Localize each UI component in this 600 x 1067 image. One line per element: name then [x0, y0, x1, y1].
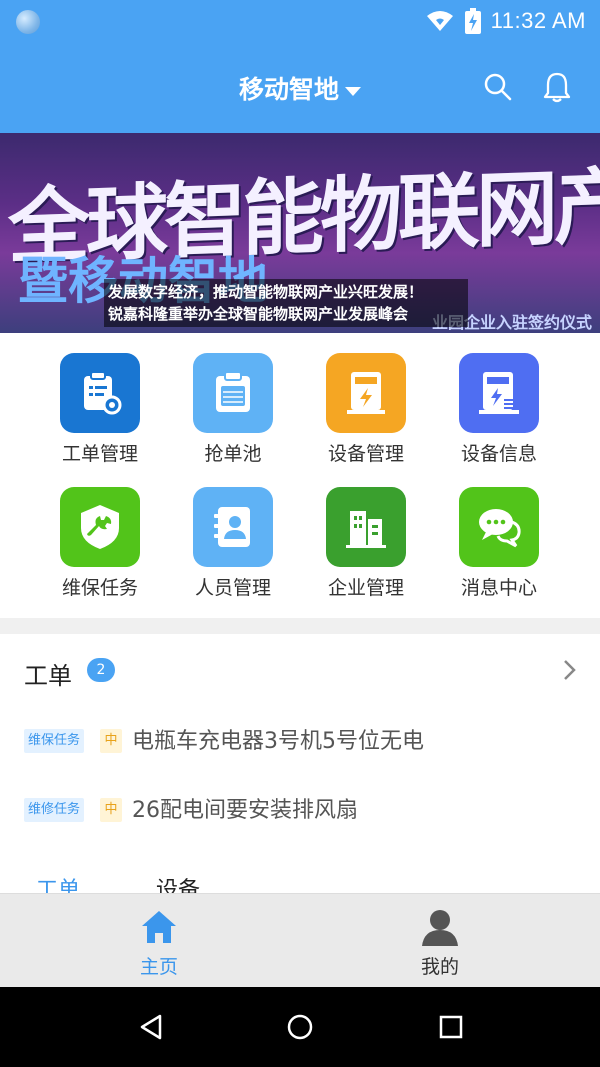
- grid-item-personnel[interactable]: 人员管理: [167, 467, 299, 599]
- grid-label: 设备管理: [327, 443, 404, 465]
- grid-label: 设备信息: [460, 443, 537, 465]
- workorder-section-header[interactable]: 工单 2: [0, 634, 600, 708]
- grid-label: 人员管理: [194, 577, 271, 599]
- building-icon: [326, 487, 406, 567]
- nav-mine[interactable]: 我的: [380, 908, 500, 979]
- bottom-nav: 主页 我的: [0, 893, 600, 987]
- nav-home[interactable]: 主页: [99, 908, 219, 979]
- grid-label: 消息中心: [460, 577, 537, 599]
- nav-home-label: 主页: [139, 956, 178, 978]
- search-button[interactable]: [480, 69, 516, 105]
- wifi-icon: [426, 11, 453, 31]
- grid-item-enterprise[interactable]: 企业管理: [300, 467, 432, 599]
- app-notification-icon: [16, 10, 40, 34]
- nav-mine-label: 我的: [420, 956, 459, 978]
- system-nav-bar: [0, 987, 600, 1067]
- workorder-title: 工单: [24, 662, 72, 690]
- grid-label: 维保任务: [61, 577, 138, 599]
- home-button-icon[interactable]: [285, 1012, 315, 1042]
- tab-device[interactable]: 设备: [156, 872, 200, 894]
- grid-label: 企业管理: [327, 577, 404, 599]
- chevron-down-icon: [345, 86, 361, 96]
- recents-icon[interactable]: [436, 1012, 466, 1042]
- task-type-badge: 维修任务: [24, 798, 85, 822]
- wrench-shield-icon: [60, 487, 140, 567]
- tab-workorder[interactable]: 工单: [36, 872, 80, 894]
- page-title: 移动智地: [238, 75, 339, 104]
- section-divider: [0, 618, 600, 634]
- chat-icon: [459, 487, 539, 567]
- priority-badge: 中: [100, 729, 122, 753]
- function-grid: 工单管理 抢单池 设备管理 设备信息 维保任务 人员管理 企业管理 消息中心: [0, 333, 600, 618]
- charger-icon: [326, 353, 406, 433]
- grid-item-device-manage[interactable]: 设备管理: [300, 333, 432, 465]
- bell-icon: [543, 72, 571, 103]
- workorder-text: 电瓶车充电器3号机5号位无电: [132, 729, 424, 754]
- back-icon[interactable]: [136, 1012, 166, 1042]
- app-bar: 移动智地: [0, 44, 600, 133]
- user-icon: [422, 910, 458, 946]
- banner-caption-line2: 锐嘉科隆重举办全球智能物联网产业发展峰会: [108, 305, 409, 323]
- notifications-button[interactable]: [539, 69, 575, 105]
- charger-info-icon: [459, 353, 539, 433]
- banner-caption-line1: 发展数字经济，推动智能物联网产业兴旺发展！: [108, 283, 424, 301]
- grid-item-maintenance[interactable]: 维保任务: [34, 467, 166, 599]
- workorder-count-badge: 2: [87, 658, 115, 682]
- status-icons: 11:32 AM: [425, 8, 586, 34]
- grid-item-workorder[interactable]: 工单管理: [34, 333, 166, 465]
- battery-charging-icon: [464, 8, 481, 34]
- contacts-icon: [193, 487, 273, 567]
- home-icon: [142, 911, 176, 943]
- grid-label: 抢单池: [204, 443, 262, 465]
- grid-item-messages[interactable]: 消息中心: [433, 467, 565, 599]
- clock: 11:32 AM: [490, 8, 586, 33]
- list-item[interactable]: 维修任务 中 26配电间要安装排风扇: [0, 776, 600, 844]
- grid-label: 工单管理: [61, 443, 138, 465]
- chevron-right-icon: [564, 660, 576, 680]
- search-icon: [484, 73, 512, 101]
- clipboard-icon: [193, 353, 273, 433]
- subtab-bar: 工单 设备: [0, 860, 600, 894]
- workorder-icon: [60, 353, 140, 433]
- priority-badge: 中: [100, 798, 122, 822]
- list-item[interactable]: 维保任务 中 电瓶车充电器3号机5号位无电: [0, 707, 600, 775]
- grid-item-device-info[interactable]: 设备信息: [433, 333, 565, 465]
- banner-carousel[interactable]: 全球智能物联网产业发展峰会 暨移动智地 业园企业入驻签约仪式 发展数字经济，推动…: [0, 133, 600, 333]
- status-bar: 11:32 AM: [0, 0, 600, 44]
- grid-item-grab-pool[interactable]: 抢单池: [167, 333, 299, 465]
- workorder-text: 26配电间要安装排风扇: [132, 798, 358, 823]
- banner-caption: 发展数字经济，推动智能物联网产业兴旺发展！ 锐嘉科隆重举办全球智能物联网产业发展…: [104, 279, 468, 327]
- task-type-badge: 维保任务: [24, 729, 85, 753]
